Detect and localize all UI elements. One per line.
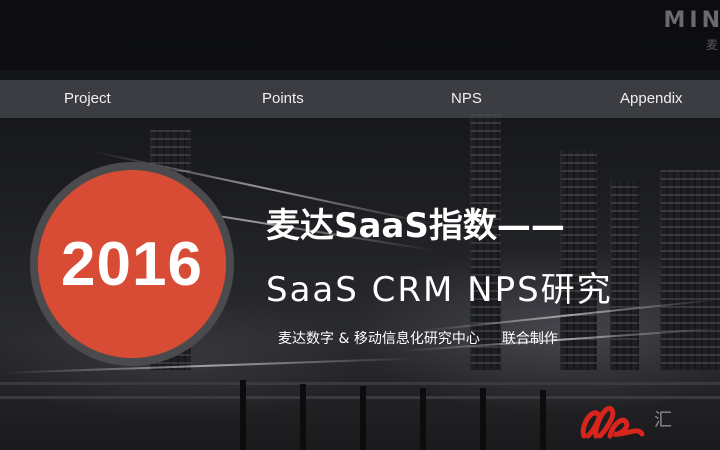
background-building xyxy=(660,170,720,370)
rail-post xyxy=(360,386,366,450)
title-line-1: 麦达SaaS指数—— xyxy=(266,206,565,246)
rail-post xyxy=(540,390,546,450)
subtitle-action: 联合制作 xyxy=(501,331,558,347)
nav-item-appendix[interactable]: Appendix xyxy=(620,80,683,118)
brand-sub: 麦 xyxy=(705,38,718,52)
rail-post xyxy=(300,384,306,450)
brand-mark: MIN xyxy=(663,8,720,33)
nav-item-points[interactable]: Points xyxy=(262,80,304,118)
guard-rail xyxy=(0,382,720,385)
year-label: 2016 xyxy=(61,229,203,299)
subtitle: 麦达数字 & 移动信息化研究中心 联合制作 xyxy=(278,328,558,348)
rail-post xyxy=(480,388,486,450)
top-nav: Project Points NPS Appendix xyxy=(0,80,720,118)
title-line-2: SaaS CRM NPS研究 xyxy=(266,270,613,310)
year-badge: 2016 xyxy=(38,170,226,358)
top-band xyxy=(0,0,720,70)
subtitle-org: 麦达数字 & 移动信息化研究中心 xyxy=(278,331,480,347)
rail-post xyxy=(240,380,246,450)
logo-script-mark xyxy=(580,405,645,439)
nav-item-project[interactable]: Project xyxy=(64,80,111,118)
nav-item-nps[interactable]: NPS xyxy=(451,80,482,118)
background-building xyxy=(610,180,639,370)
logo-text: 汇 xyxy=(654,410,672,431)
brand-logo: 汇 xyxy=(578,396,688,444)
light-streak xyxy=(0,357,420,374)
rail-post xyxy=(420,388,426,450)
brand-logo-icon: 汇 xyxy=(580,405,672,439)
